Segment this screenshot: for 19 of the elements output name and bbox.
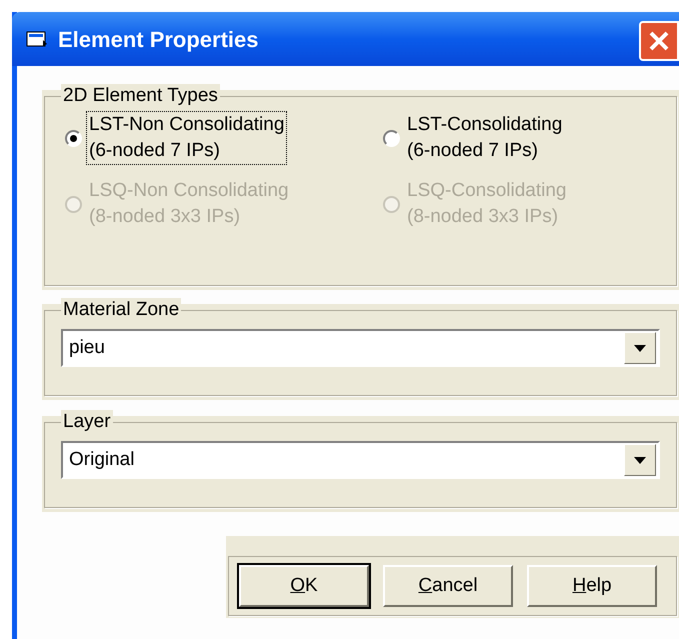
window-title: Element Properties xyxy=(58,26,260,54)
radio-label: LSQ-Non Consolidating (8-noded 3x3 IPs) xyxy=(88,179,290,229)
dialog-button[interactable]: Cancel xyxy=(383,565,513,607)
window-icon xyxy=(26,30,48,48)
radio-button[interactable] xyxy=(383,130,400,146)
radio-label: LST-Consolidating (6-noded 7 IPs) xyxy=(406,113,564,163)
radio-button[interactable] xyxy=(65,130,82,146)
field-value: pieu xyxy=(68,336,106,360)
radio-label: LSQ-Consolidating (8-noded 3x3 IPs) xyxy=(406,179,568,229)
close-button[interactable] xyxy=(639,21,679,61)
dropdown-field[interactable]: pieu xyxy=(61,329,660,367)
dialog-button[interactable]: OK xyxy=(239,565,369,607)
dialog-button[interactable]: Help xyxy=(527,565,657,607)
field-value: Original xyxy=(68,448,136,472)
group-label: 2D Element Types xyxy=(61,84,220,108)
close-icon xyxy=(648,30,670,52)
radio-label: LST-Non Consolidating (6-noded 7 IPs) xyxy=(86,111,288,165)
dropdown-field[interactable]: Original xyxy=(61,441,660,479)
group-label: Layer xyxy=(61,410,113,434)
